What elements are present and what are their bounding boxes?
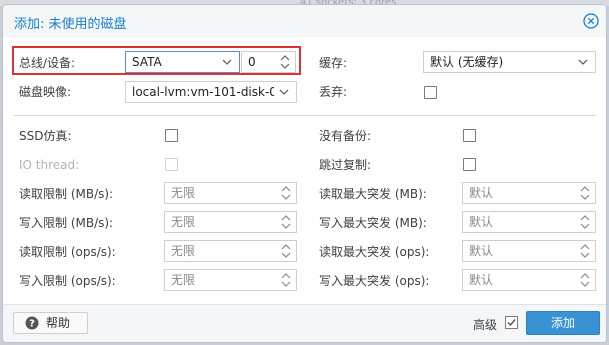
question-circle-icon: ?: [25, 316, 39, 330]
io-thread-checkbox[interactable]: [165, 158, 178, 171]
skip-replication-label: 跳过复制:: [319, 158, 372, 172]
chevron-down-icon: [578, 59, 588, 65]
discard-label: 丢弃:: [319, 85, 348, 99]
write-limit-ops-placeholder: 无限: [171, 273, 196, 287]
checkmark-icon: [507, 319, 516, 327]
advanced-label: 高级: [473, 318, 498, 332]
read-limit-mbs-input[interactable]: 无限: [164, 182, 297, 204]
device-index-input[interactable]: 0: [241, 51, 296, 73]
spinner-icon[interactable]: [580, 214, 590, 230]
read-max-burst-ops-placeholder: 默认: [469, 244, 494, 258]
no-backup-label: 没有备份:: [319, 129, 372, 143]
cache-label: 缓存:: [319, 56, 348, 70]
skip-replication-checkbox[interactable]: [463, 158, 476, 171]
read-max-burst-ops-label: 读取最大突发 (ops):: [319, 245, 430, 259]
spinner-icon[interactable]: [280, 54, 290, 70]
read-limit-mbs-label: 读取限制 (MB/s):: [19, 187, 114, 201]
write-limit-mbs-label: 写入限制 (MB/s):: [19, 216, 114, 230]
dialog-title: 添加: 未使用的磁盘: [14, 17, 127, 32]
read-max-burst-mb-input[interactable]: 默认: [462, 182, 596, 204]
bus-select-value: SATA: [132, 55, 162, 69]
close-icon[interactable]: [583, 13, 599, 29]
read-max-burst-ops-input[interactable]: 默认: [462, 240, 596, 262]
cache-select-value: 默认 (无缓存): [430, 55, 504, 69]
help-button-label: 帮助: [46, 316, 71, 330]
write-limit-ops-input[interactable]: 无限: [164, 269, 297, 291]
advanced-checkbox[interactable]: [505, 316, 518, 329]
chevron-down-icon: [279, 89, 289, 95]
write-max-burst-mb-placeholder: 默认: [469, 215, 494, 229]
read-limit-ops-label: 读取限制 (ops/s):: [19, 245, 116, 259]
disk-image-select[interactable]: local-lvm:vm-101-disk-0: [125, 81, 297, 103]
disk-image-label: 磁盘映像:: [19, 85, 72, 99]
write-limit-mbs-input[interactable]: 无限: [164, 211, 297, 233]
spinner-icon[interactable]: [580, 272, 590, 288]
spinner-icon[interactable]: [281, 272, 291, 288]
device-index-value: 0: [248, 55, 256, 69]
write-max-burst-mb-label: 写入最大突发 (MB):: [319, 216, 427, 230]
write-max-burst-ops-input[interactable]: 默认: [462, 269, 596, 291]
disk-image-value: local-lvm:vm-101-disk-0: [132, 85, 274, 99]
add-disk-dialog: 添加: 未使用的磁盘 总线/设备: SATA 0 缓存: 默认 (无缓存) 磁盘…: [2, 4, 607, 343]
dialog-footer: ? 帮助 高级 添加: [3, 304, 606, 342]
write-limit-ops-label: 写入限制 (ops/s):: [19, 274, 116, 288]
spinner-icon[interactable]: [281, 214, 291, 230]
read-limit-mbs-placeholder: 无限: [171, 186, 196, 200]
read-limit-ops-placeholder: 无限: [171, 244, 196, 258]
add-button[interactable]: 添加: [526, 311, 600, 335]
read-max-burst-mb-label: 读取最大突发 (MB):: [319, 187, 427, 201]
spinner-icon[interactable]: [580, 185, 590, 201]
svg-text:?: ?: [29, 319, 35, 330]
ssd-label: SSD仿真:: [19, 129, 72, 143]
spinner-icon[interactable]: [580, 243, 590, 259]
write-max-burst-mb-input[interactable]: 默认: [462, 211, 596, 233]
read-limit-ops-input[interactable]: 无限: [164, 240, 297, 262]
spinner-icon[interactable]: [281, 243, 291, 259]
dialog-title-bar: 添加: 未使用的磁盘: [3, 5, 606, 37]
discard-checkbox[interactable]: [424, 86, 437, 99]
section-divider: [14, 115, 596, 116]
spinner-icon[interactable]: [281, 185, 291, 201]
cache-select[interactable]: 默认 (无缓存): [423, 51, 596, 73]
bus-device-label: 总线/设备:: [19, 56, 76, 70]
read-max-burst-mb-placeholder: 默认: [469, 186, 494, 200]
ssd-checkbox[interactable]: [165, 129, 178, 142]
write-max-burst-ops-placeholder: 默认: [469, 273, 494, 287]
write-max-burst-ops-label: 写入最大突发 (ops):: [319, 274, 430, 288]
io-thread-label: IO thread:: [19, 158, 80, 172]
bus-select[interactable]: SATA: [125, 51, 240, 73]
no-backup-checkbox[interactable]: [463, 129, 476, 142]
write-limit-mbs-placeholder: 无限: [171, 215, 196, 229]
help-button[interactable]: ? 帮助: [13, 312, 88, 334]
chevron-down-icon: [222, 59, 232, 65]
